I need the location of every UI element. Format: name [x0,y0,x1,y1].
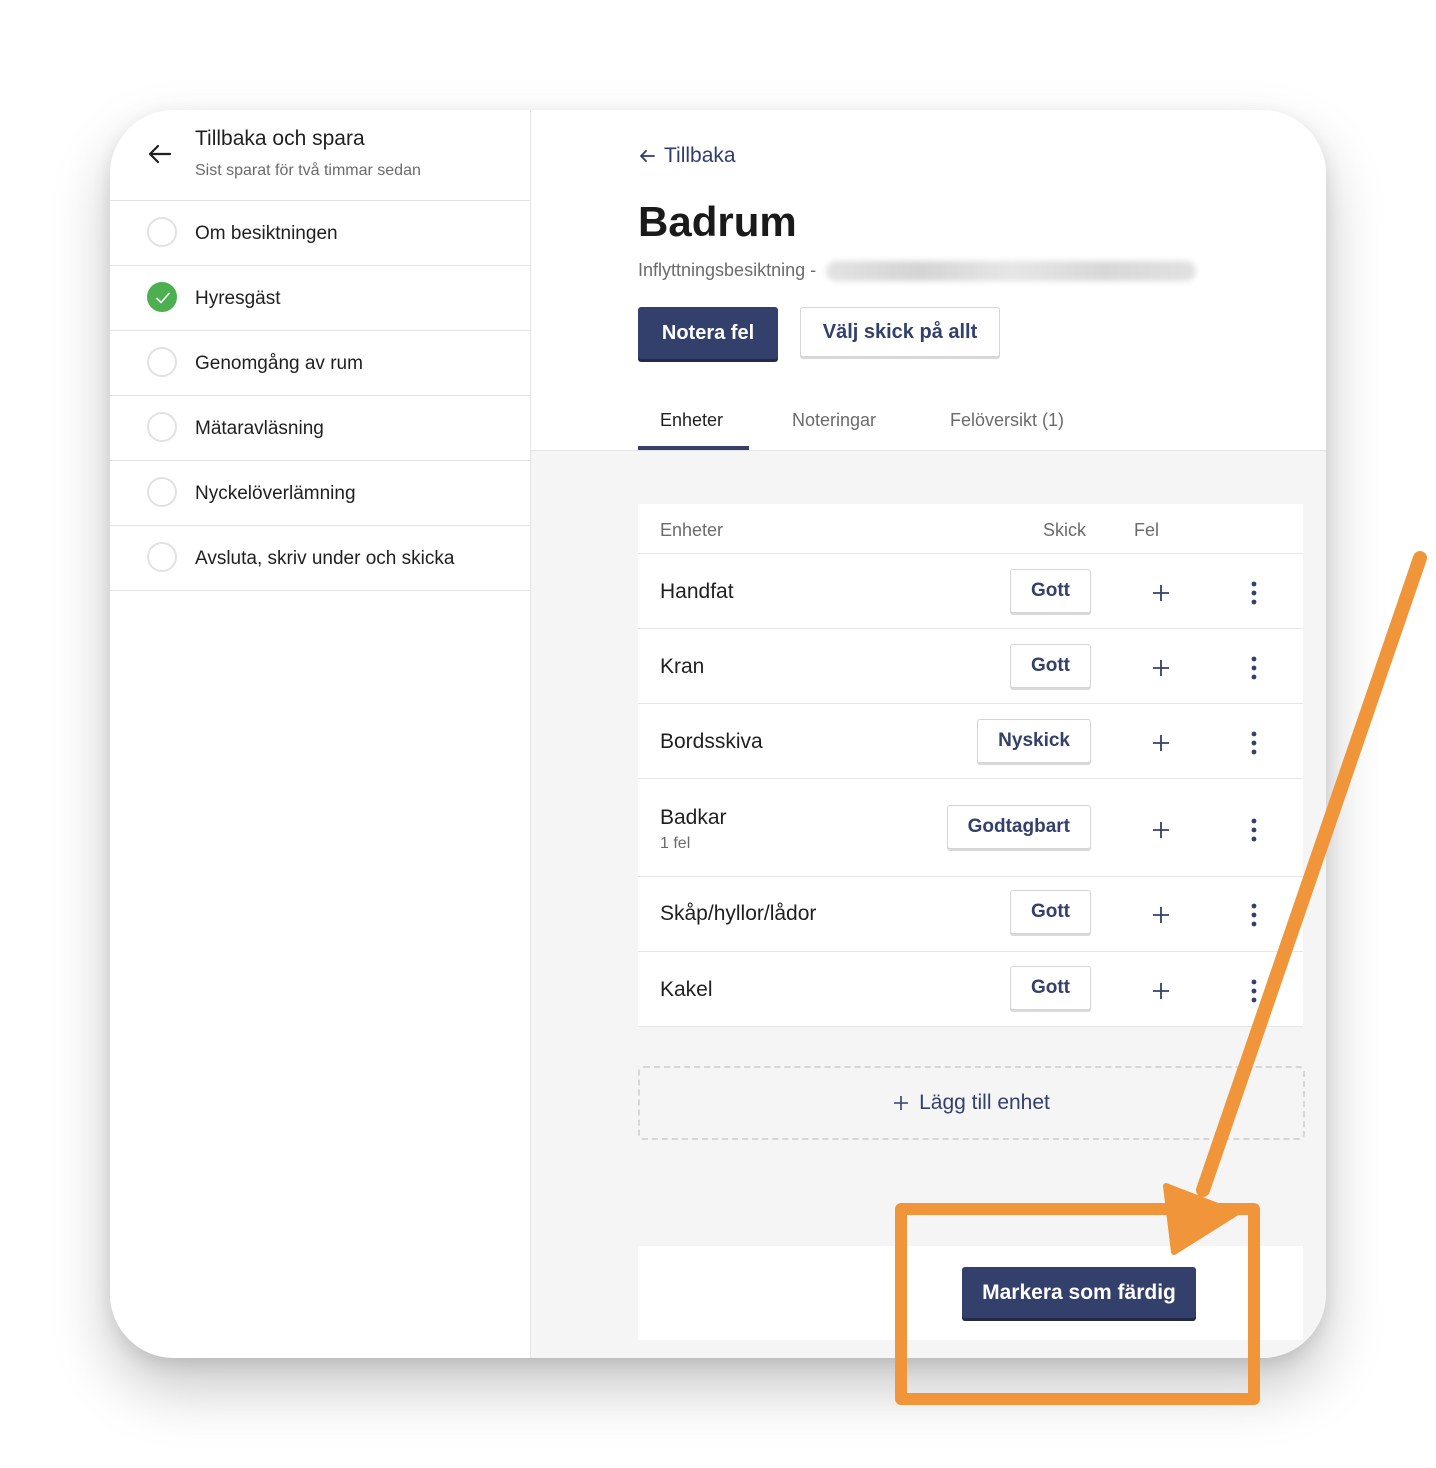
plus-icon[interactable] [1151,658,1171,678]
step-mataravlasning[interactable]: Mätaravläsning [110,396,530,461]
condition-button[interactable]: Gott [1009,890,1091,934]
unit-name: Kran [660,655,705,678]
plus-icon[interactable] [1151,733,1171,753]
table-header: Enheter Skick Fel [638,504,1303,554]
plus-icon[interactable] [1151,820,1171,840]
more-options-icon[interactable] [1246,581,1262,605]
add-unit-button[interactable]: Lägg till enhet [638,1066,1305,1140]
redacted-address [826,260,1197,281]
column-header-faults: Fel [1134,520,1160,540]
step-label: Genomgång av rum [195,353,363,374]
check-icon [147,282,177,312]
step-hyresgast[interactable]: Hyresgäst [110,266,530,331]
step-label: Hyresgäst [195,288,281,309]
condition-button[interactable]: Nyskick [977,719,1091,763]
page-subtitle: Inflyttningsbesiktning - [638,260,1197,281]
step-label: Nyckelöverlämning [195,483,356,504]
step-nyckeloverlamning[interactable]: Nyckelöverlämning [110,461,530,526]
plus-icon[interactable] [1151,583,1171,603]
table-row: Badkar 1 fel Godtagbart [638,779,1303,877]
condition-button[interactable]: Gott [1009,966,1091,1010]
table-row: Kran Gott [638,629,1303,704]
sidebar-header: Tillbaka och spara Sist sparat för två t… [110,110,530,201]
step-genomgang-av-rum[interactable]: Genomgång av rum [110,331,530,396]
step-label: Om besiktningen [195,223,338,244]
unit-name: Bordsskiva [660,730,763,753]
tab-noteringar[interactable]: Noteringar [792,410,876,431]
more-options-icon[interactable] [1246,903,1262,927]
more-options-icon[interactable] [1246,818,1262,842]
inspection-type: Inflyttningsbesiktning - [638,260,817,280]
page-title: Badrum [638,198,797,245]
step-status-icon [147,217,177,247]
step-status-icon [147,347,177,377]
plus-icon [894,1096,909,1110]
condition-button[interactable]: Gott [1009,569,1091,613]
add-unit-label: Lägg till enhet [919,1091,1050,1114]
step-status-icon [147,477,177,507]
condition-button[interactable]: Godtagbart [946,805,1091,849]
sidebar: Tillbaka och spara Sist sparat för två t… [110,110,531,1358]
unit-name: Handfat [660,580,734,603]
back-link[interactable]: Tillbaka [638,144,736,168]
column-header-units: Enheter [660,520,724,540]
active-tab-indicator [638,446,749,450]
set-all-condition-button[interactable]: Välj skick på allt [800,307,1000,357]
step-status-icon [147,542,177,572]
unit-name: Kakel [660,978,713,1001]
more-options-icon[interactable] [1246,656,1262,680]
unit-name: Badkar [660,806,727,829]
last-saved-text: Sist sparat för två timmar sedan [195,162,421,179]
column-header-condition: Skick [1043,520,1087,540]
back-link-label: Tillbaka [664,144,736,167]
main-panel: Tillbaka Badrum Inflyttningsbesiktning -… [531,110,1326,1358]
table-row: Skåp/hyllor/lådor Gott [638,877,1303,952]
table-row: Handfat Gott [638,554,1303,629]
room-header: Tillbaka Badrum Inflyttningsbesiktning -… [531,110,1326,451]
note-fault-button[interactable]: Notera fel [638,307,778,359]
units-table: Enheter Skick Fel Handfat Gott Kran Gott… [638,504,1303,1027]
back-arrow-icon [640,150,655,162]
more-options-icon[interactable] [1246,979,1262,1003]
back-arrow-icon[interactable] [146,140,174,168]
footer-bar: Markera som färdig [638,1246,1303,1340]
step-om-besiktningen[interactable]: Om besiktningen [110,201,530,266]
table-row: Kakel Gott [638,952,1303,1027]
tablet-frame: Tillbaka och spara Sist sparat för två t… [110,110,1326,1358]
condition-button[interactable]: Gott [1009,644,1091,688]
mark-as-done-button[interactable]: Markera som färdig [962,1267,1196,1318]
step-status-icon [147,412,177,442]
step-label: Avsluta, skriv under och skicka [195,548,455,569]
plus-icon[interactable] [1151,981,1171,1001]
tab-feloversikt[interactable]: Felöversikt (1) [950,410,1064,431]
step-avsluta[interactable]: Avsluta, skriv under och skicka [110,526,530,591]
unit-name: Skåp/hyllor/lådor [660,902,817,925]
step-label: Mätaravläsning [195,418,324,439]
save-and-back-title[interactable]: Tillbaka och spara [195,127,365,151]
plus-icon[interactable] [1151,905,1171,925]
more-options-icon[interactable] [1246,731,1262,755]
tab-enheter[interactable]: Enheter [660,410,723,431]
table-row: Bordsskiva Nyskick [638,704,1303,779]
fault-count: 1 fel [660,835,691,852]
